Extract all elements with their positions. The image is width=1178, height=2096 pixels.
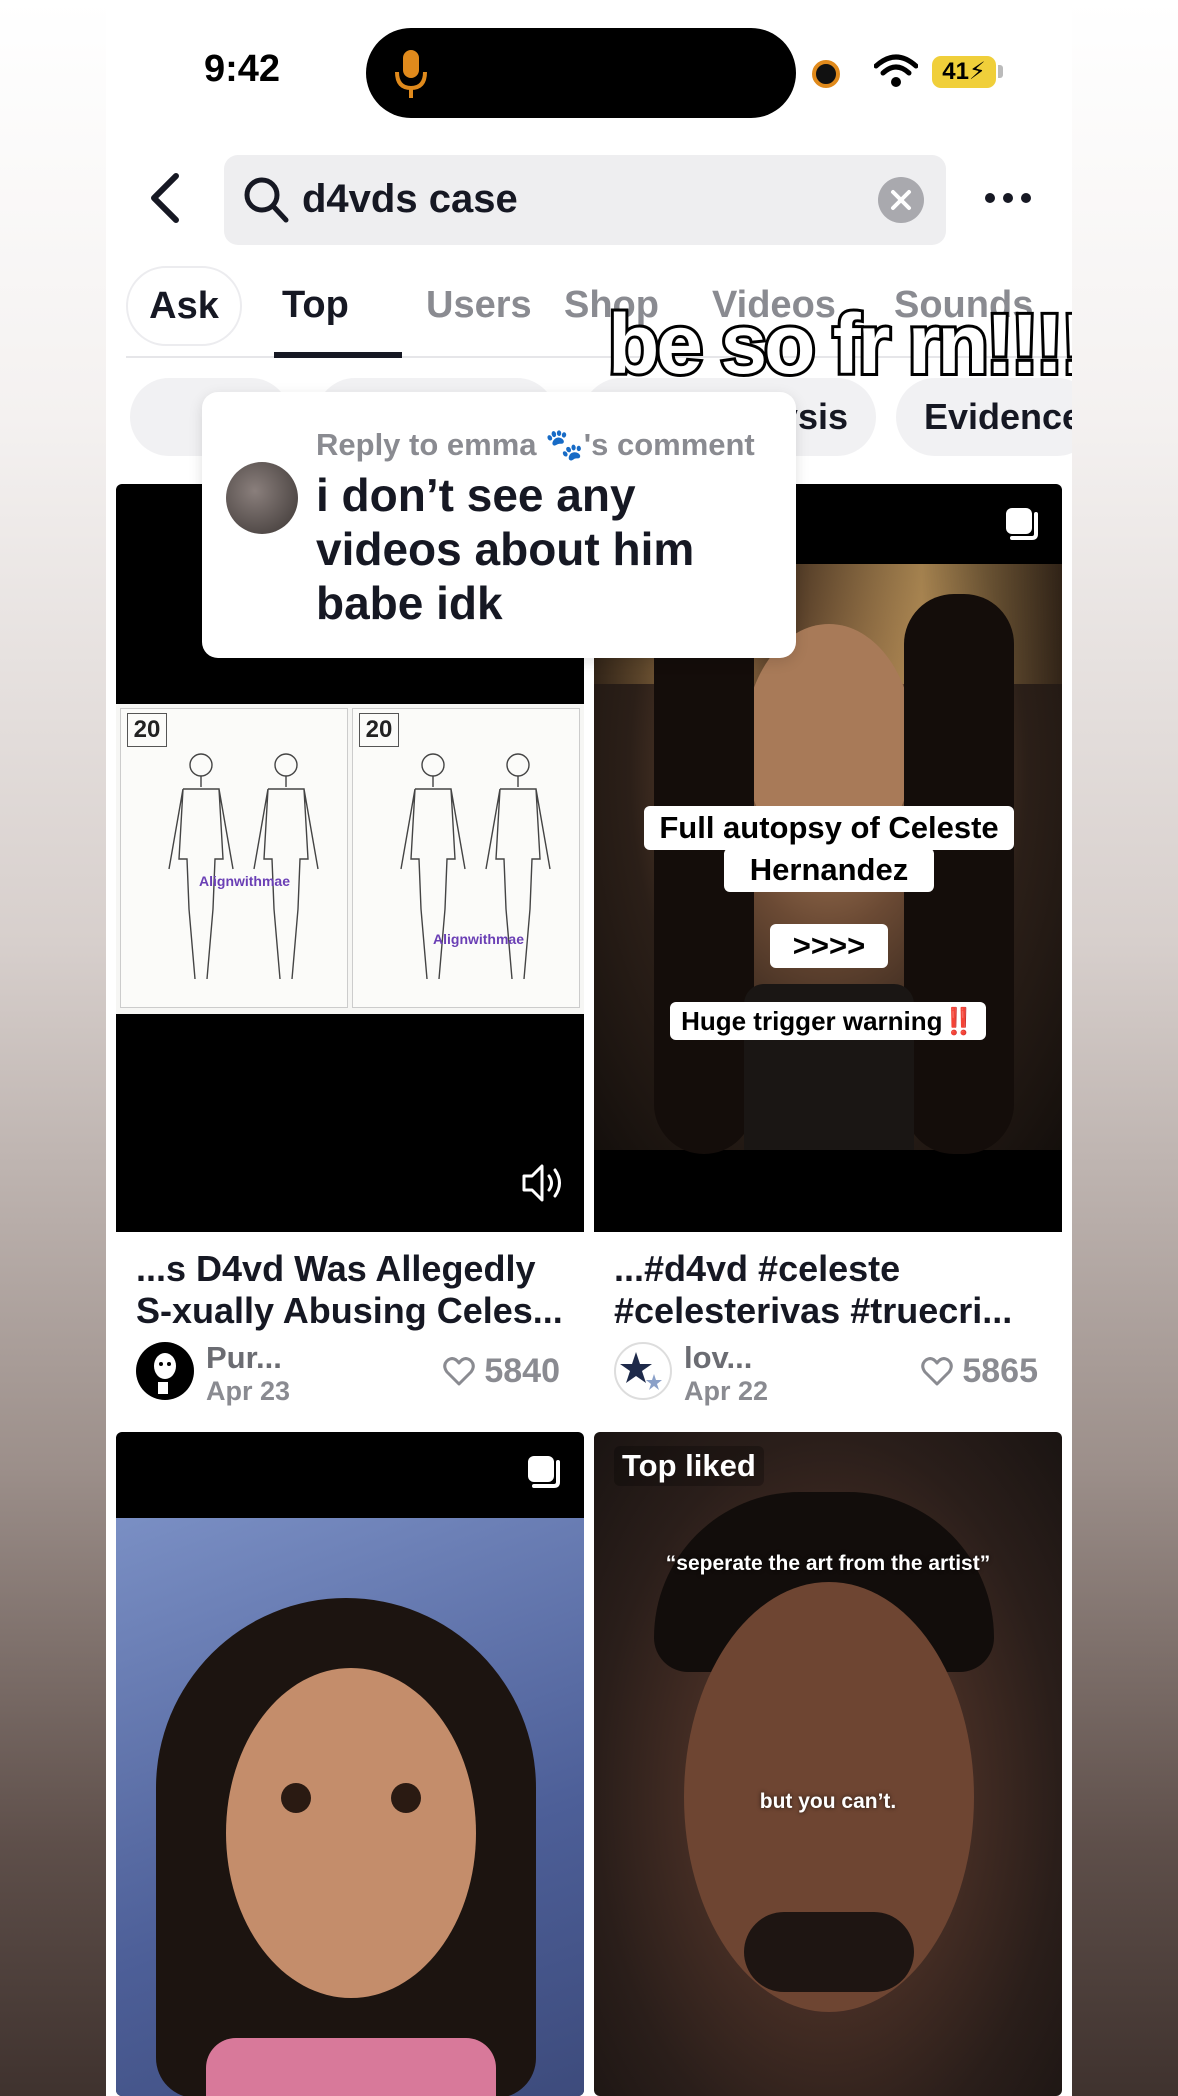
star-avatar-icon	[620, 1352, 662, 1390]
sound-icon[interactable]	[520, 1160, 566, 1206]
video-thumbnail	[116, 1432, 584, 2096]
heart-icon	[443, 1357, 475, 1386]
top-liked-badge: Top liked	[614, 1446, 764, 1486]
microphone-icon	[395, 50, 427, 98]
tab-users[interactable]: Users	[426, 284, 532, 327]
video-card[interactable]	[116, 1432, 584, 2096]
tab-ask[interactable]: Ask	[126, 266, 242, 346]
autopsy-diagram-image: 20 Alignwithmae 20 Alignwithmae	[116, 704, 584, 1014]
like-count-value: 5840	[484, 1352, 560, 1390]
heart-icon	[921, 1357, 953, 1386]
caption-line: Hernandez	[749, 852, 909, 887]
watermark: Alignwithmae	[199, 873, 291, 889]
back-arrow-icon[interactable]	[142, 170, 192, 226]
watermark: Alignwithmae	[433, 931, 525, 947]
search-query-text: d4vds case	[302, 177, 518, 221]
video-thumbnail: Top liked “seperate the art from the art…	[594, 1432, 1062, 2096]
battery-tip	[998, 65, 1003, 78]
thumbnail-caption-warning: Huge trigger warning‼️	[670, 1002, 986, 1040]
thumbnail-caption: “seperate the art from the artist”	[665, 1552, 991, 1575]
like-count: 5840	[443, 1352, 560, 1391]
avatar	[226, 462, 298, 534]
warning-text: Huge trigger warning	[681, 1006, 943, 1036]
reply-comment-text: i don’t see any videos about him babe id…	[316, 469, 695, 629]
reply-comment-sticker: Reply to emma 🐾's comment i don’t see an…	[202, 392, 796, 658]
like-count-value: 5865	[962, 1352, 1038, 1390]
close-icon	[891, 190, 911, 210]
search-input[interactable]: d4vds case	[224, 155, 946, 245]
photo-carousel-icon	[528, 1456, 560, 1488]
search-icon	[244, 177, 289, 223]
video-title: ...#d4vd #celeste #celesterivas #truecri…	[614, 1248, 1013, 1331]
active-tab-indicator	[274, 352, 402, 358]
avatar[interactable]	[614, 1342, 672, 1400]
mask-avatar-icon	[154, 1353, 176, 1394]
thumbnail-caption: Full autopsy of Celeste	[644, 806, 1014, 850]
caption-line: Full autopsy of Celeste	[659, 810, 999, 845]
dynamic-island	[366, 28, 796, 118]
thumbnail-caption: Hernandez	[724, 848, 934, 892]
photo-carousel-icon	[1006, 508, 1038, 540]
clear-search-button[interactable]	[878, 177, 924, 223]
body-diagram-icon	[400, 753, 551, 980]
warning-emoji: ‼️	[942, 1006, 975, 1036]
author-name[interactable]: Pur...	[206, 1340, 282, 1376]
video-overlay-caption: be so fr rn!!!!	[605, 294, 1072, 394]
body-diagram-icon	[168, 753, 319, 980]
recording-indicator-icon	[812, 60, 840, 88]
battery-icon: 41⚡	[932, 56, 996, 88]
child-portrait-photo	[116, 1518, 584, 2096]
post-date: Apr 23	[206, 1376, 291, 1406]
video-card[interactable]: Top liked “seperate the art from the art…	[594, 1432, 1062, 2096]
tab-top[interactable]: Top	[282, 284, 349, 327]
avatar[interactable]	[136, 1342, 194, 1400]
status-time: 9:42	[204, 48, 281, 90]
thumbnail-caption-arrows: >>>>	[770, 924, 888, 968]
author-name[interactable]: lov...	[684, 1340, 752, 1376]
reply-to-label: Reply to emma 🐾's comment	[316, 427, 755, 462]
phone-screen: 9:42 41⚡ d4vds case Ask Top Users Shop V…	[106, 0, 1072, 2096]
wifi-icon	[874, 54, 918, 87]
more-options-icon[interactable]	[978, 178, 1038, 218]
battery-level: 41	[942, 58, 969, 85]
video-title: ...s D4vd Was Allegedly S-xually Abusing…	[136, 1248, 563, 1331]
post-date: Apr 22	[684, 1376, 769, 1406]
thumbnail-caption: but you can’t.	[759, 1790, 897, 1813]
like-count: 5865	[921, 1352, 1038, 1391]
